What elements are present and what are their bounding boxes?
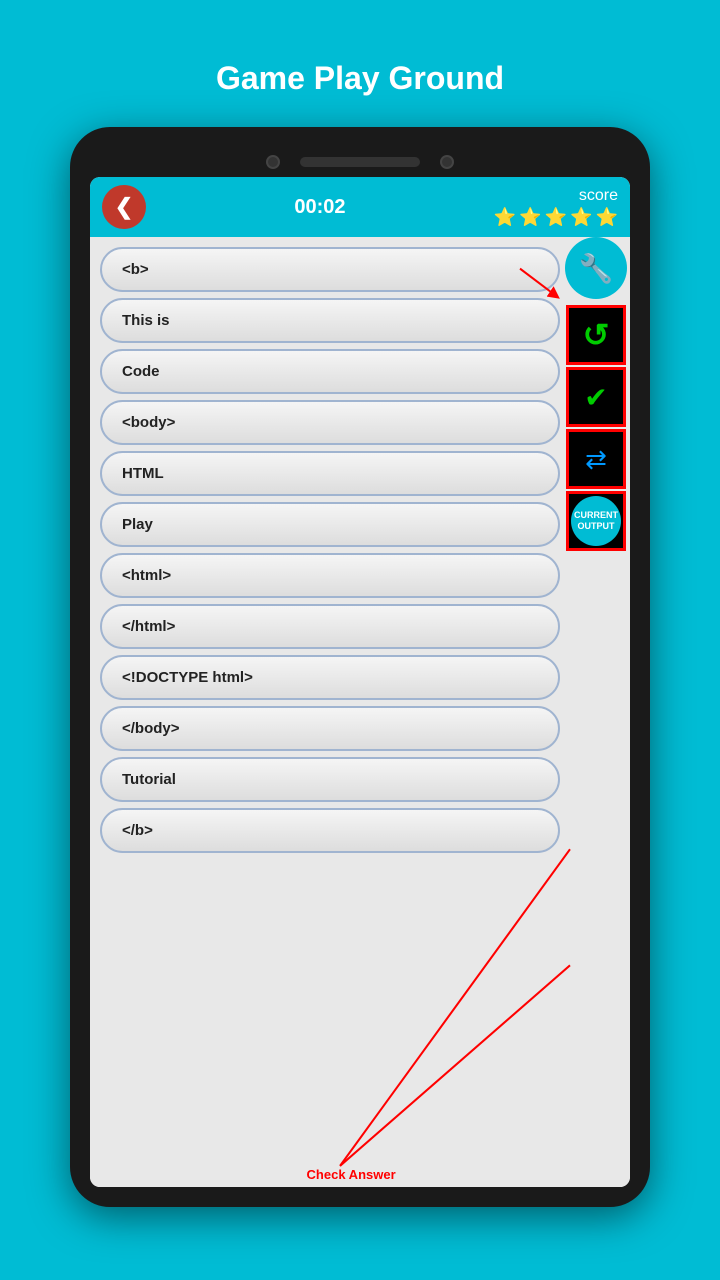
camera — [266, 155, 280, 169]
app-header: ❮ 00:02 score ⭐ ⭐ ⭐ ⭐ ⭐ — [90, 177, 630, 237]
stars-display: ⭐ ⭐ ⭐ ⭐ ⭐ — [494, 207, 618, 228]
answer-item-12[interactable]: </b> — [100, 808, 560, 853]
current-output-text: CURRENTOUTPUT — [574, 510, 618, 532]
answer-item-11[interactable]: Tutorial — [100, 757, 560, 802]
answer-item-3[interactable]: Code — [100, 349, 560, 394]
answers-list: <b> This is Code <body> HTML Play <html>… — [100, 247, 620, 1177]
answer-item-1[interactable]: <b> — [100, 247, 560, 292]
star-4: ⭐ — [570, 207, 592, 228]
phone-frame: ❮ 00:02 score ⭐ ⭐ ⭐ ⭐ ⭐ <b> This is Code… — [70, 127, 650, 1207]
side-buttons-panel: 🔧 Reset Button ↺ ✔ ⇄ — [562, 237, 630, 551]
answer-item-10[interactable]: </body> — [100, 706, 560, 751]
speaker — [300, 157, 420, 167]
current-output-button[interactable]: CURRENTOUTPUT — [566, 491, 626, 551]
tool-reset-button[interactable]: 🔧 — [565, 237, 627, 299]
current-output-inner: CURRENTOUTPUT — [571, 496, 621, 546]
check-button[interactable]: ✔ — [566, 367, 626, 427]
answer-item-4[interactable]: <body> — [100, 400, 560, 445]
swap-icon: ⇄ — [585, 444, 607, 475]
check-answer-label: Check Answer — [307, 1167, 396, 1182]
back-arrow-icon: ❮ — [115, 194, 133, 220]
phone-screen: ❮ 00:02 score ⭐ ⭐ ⭐ ⭐ ⭐ <b> This is Code… — [90, 177, 630, 1187]
answer-item-7[interactable]: <html> — [100, 553, 560, 598]
page-title: Game Play Ground — [216, 60, 504, 97]
answer-item-9[interactable]: <!DOCTYPE html> — [100, 655, 560, 700]
star-5: ⭐ — [596, 207, 618, 228]
star-3: ⭐ — [545, 207, 567, 228]
check-icon: ✔ — [584, 381, 607, 414]
undo-icon: ↺ — [583, 316, 610, 354]
answer-item-5[interactable]: HTML — [100, 451, 560, 496]
wrench-icon: 🔧 — [579, 252, 614, 285]
content-area: <b> This is Code <body> HTML Play <html>… — [90, 237, 630, 1187]
timer-display: 00:02 — [294, 196, 345, 219]
back-button[interactable]: ❮ — [102, 185, 146, 229]
answer-item-2[interactable]: This is — [100, 298, 560, 343]
answer-item-6[interactable]: Play — [100, 502, 560, 547]
score-section: score ⭐ ⭐ ⭐ ⭐ ⭐ — [494, 187, 618, 228]
score-label: score — [579, 187, 618, 205]
star-1: ⭐ — [494, 207, 516, 228]
star-2: ⭐ — [519, 207, 541, 228]
answer-item-8[interactable]: </html> — [100, 604, 560, 649]
swap-button[interactable]: ⇄ — [566, 429, 626, 489]
camera-right — [440, 155, 454, 169]
undo-button[interactable]: ↺ — [566, 305, 626, 365]
phone-top — [90, 147, 630, 177]
